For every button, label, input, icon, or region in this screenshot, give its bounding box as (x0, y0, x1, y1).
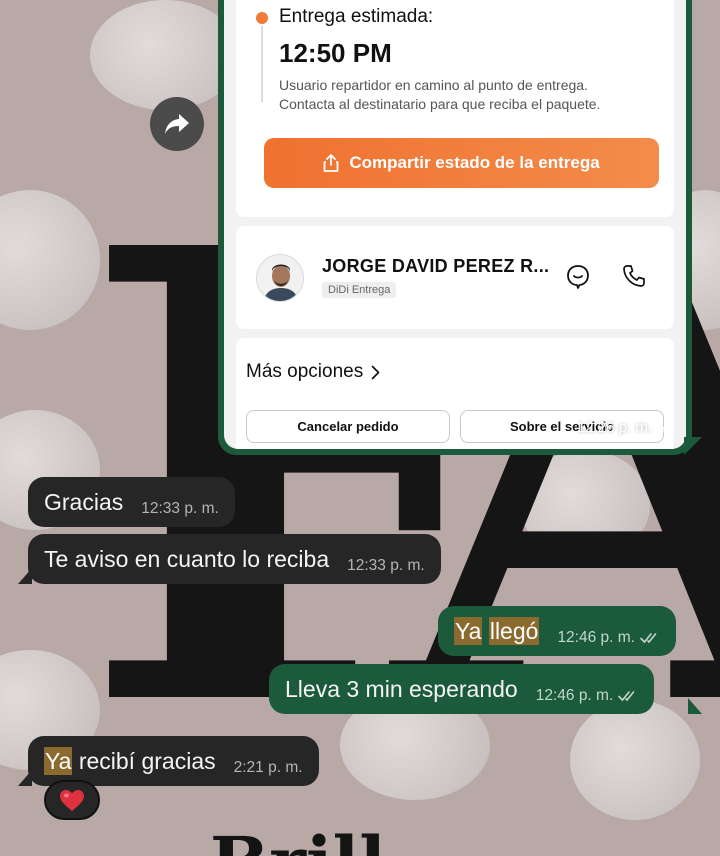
eta-line (261, 26, 263, 102)
share-icon (323, 154, 339, 172)
incoming-message[interactable]: Te aviso en cuanto lo reciba 12:33 p. m. (28, 534, 441, 584)
image-message-meta: 12:26 p. m. (577, 419, 676, 436)
eta-note: Usuario repartidor en camino al punto de… (279, 76, 659, 114)
bubble-tail (688, 698, 702, 714)
share-status-button: Compartir estado de la entrega (264, 138, 659, 188)
incoming-message[interactable]: Gracias 12:33 p. m. (28, 477, 235, 527)
eta-dot-icon (256, 12, 268, 24)
message-text: Ya llegó (454, 616, 540, 645)
message-text: Te aviso en cuanto lo reciba (44, 545, 330, 572)
message-text: Ya recibí gracias (44, 746, 216, 775)
message-text: Gracias (44, 488, 124, 515)
driver-name: JORGE DAVID PEREZ R... (322, 256, 550, 276)
eta-time: 12:50 PM (279, 38, 392, 68)
forward-button[interactable] (150, 97, 204, 151)
chevron-right-icon (371, 365, 380, 379)
phone-icon (623, 265, 645, 287)
heart-reaction[interactable] (44, 780, 100, 820)
message-meta: 12:46 p. m. (557, 629, 660, 647)
more-options-label: Más opciones (246, 361, 364, 382)
message-time: 12:33 p. m. (347, 557, 425, 574)
search-highlight: Ya (44, 746, 73, 775)
message-time: 12:46 p. m. (535, 687, 614, 704)
search-highlight: llegó (488, 616, 540, 645)
bubble-tail (684, 437, 702, 455)
eta-card: Entrega estimada: 12:50 PM Usuario repar… (236, 0, 674, 217)
share-forward-icon (165, 114, 189, 134)
more-options-row: Más opciones (246, 361, 380, 383)
eta-note-line: Contacta al destinatario para que reciba… (279, 96, 601, 112)
eta-note-line: Usuario repartidor en camino al punto de… (279, 77, 588, 93)
outgoing-message[interactable]: Ya llegó 12:46 p. m. (438, 606, 676, 656)
message-meta: 12:46 p. m. (536, 687, 639, 705)
share-status-label: Compartir estado de la entrega (349, 153, 600, 172)
cancel-order-button: Cancelar pedido (246, 410, 450, 443)
double-check-icon (618, 691, 635, 702)
message-time: 12:46 p. m. (557, 629, 635, 646)
double-check-icon (640, 633, 657, 644)
outgoing-message[interactable]: Lleva 3 min esperando 12:46 p. m. (269, 664, 655, 714)
delivery-screenshot: Entrega estimada: 12:50 PM Usuario repar… (224, 0, 686, 449)
chat-bubble-icon (567, 265, 589, 289)
incoming-message[interactable]: Ya recibí gracias 2:21 p. m. (28, 736, 319, 786)
message-text-rest: recibí gracias (78, 747, 216, 774)
message-text: Lleva 3 min esperando (285, 675, 518, 702)
driver-card: JORGE DAVID PEREZ R... DiDi Entrega (236, 226, 674, 329)
double-check-icon (656, 422, 673, 433)
message-time: 12:26 p. m. (576, 419, 652, 436)
search-highlight: Ya (454, 616, 483, 645)
driver-avatar (256, 254, 304, 302)
message-time: 12:33 p. m. (141, 500, 219, 517)
heart-icon (60, 789, 84, 811)
wallpaper-bottom-word: Brill (210, 828, 386, 856)
driver-avatar-icon (257, 255, 303, 301)
eta-label: Entrega estimada: (279, 6, 434, 27)
driver-service-tag: DiDi Entrega (322, 282, 397, 298)
message-time: 2:21 p. m. (233, 759, 303, 776)
image-message-bubble[interactable]: Entrega estimada: 12:50 PM Usuario repar… (218, 0, 692, 455)
